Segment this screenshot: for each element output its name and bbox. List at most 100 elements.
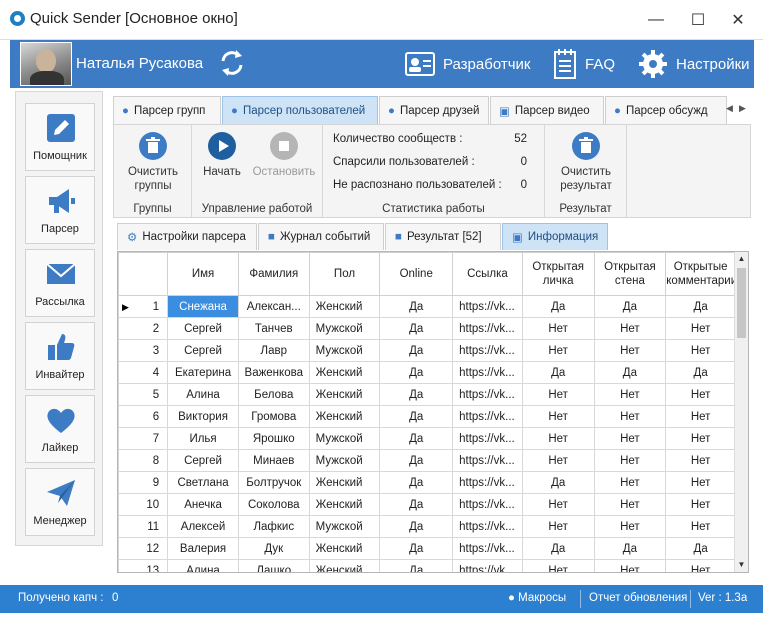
row-number[interactable]: 5 [118,383,169,406]
table-row[interactable]: 6 Виктория Громова Женский Да https://vk... Не… [118,405,736,428]
table-cell[interactable]: Да [379,339,454,362]
row-number[interactable]: 8 [118,449,169,472]
table-row[interactable]: 12 Валерия Дук Женский Да https://vk... Да Да Да [118,537,736,560]
table-cell[interactable]: https://vk... [452,493,523,516]
table-cell[interactable]: Нет [521,559,595,572]
tab-discussion-parser[interactable]: ● Парсер обсужд [605,96,727,124]
table-cell[interactable]: Сергей [167,339,239,362]
table-row[interactable]: 8 Сергей Минаев Мужской Да https://vk... Нет Не… [118,449,736,472]
tab-scroll-left-icon[interactable]: ◀ [726,103,733,114]
table-cell[interactable]: Да [593,361,667,384]
table-cell[interactable]: https://vk... [452,295,523,318]
table-cell[interactable]: Женский [308,295,381,318]
maximize-button[interactable]: ☐ [678,6,718,34]
table-cell[interactable]: Лафкис [237,515,310,538]
table-cell[interactable]: https://vk... [452,361,523,384]
table-cell[interactable]: https://vk... [452,449,523,472]
table-cell[interactable]: https://vk... [452,427,523,450]
table-cell[interactable]: Нет [521,515,595,538]
row-number[interactable]: 10 [118,493,169,516]
faq-button[interactable]: FAQ [553,46,615,82]
column-header[interactable]: Online [379,252,454,296]
tab-result[interactable]: ■ Результат [52] [385,223,501,250]
minimize-button[interactable]: — [636,6,676,34]
table-cell[interactable]: Да [379,383,454,406]
table-cell[interactable]: Мужской [308,427,381,450]
table-cell[interactable]: Женский [308,493,381,516]
stop-button[interactable]: Остановить [248,131,320,179]
table-cell[interactable]: Нет [593,493,667,516]
tab-scroll-right-icon[interactable]: ▶ [739,103,746,114]
update-report-link[interactable]: Отчет обновления [589,592,687,604]
table-cell[interactable]: Лавр [237,339,310,362]
table-cell[interactable]: Лашко [237,559,310,572]
table-cell[interactable]: Женский [308,405,381,428]
table-cell[interactable]: Нет [665,317,736,340]
row-number[interactable]: 9 [118,471,169,494]
table-cell[interactable]: Нет [665,515,736,538]
table-cell[interactable]: Да [379,537,454,560]
table-row[interactable]: 4 Екатерина Важенкова Женский Да https://vk..… [118,361,736,384]
table-row[interactable]: 2 Сергей Танчев Мужской Да https://vk... Нет Не… [118,317,736,340]
table-cell[interactable]: Да [379,449,454,472]
table-cell[interactable]: Белова [237,383,310,406]
table-cell[interactable]: https://vk... [452,559,523,572]
table-cell[interactable]: https://vk... [452,471,523,494]
table-cell[interactable]: Мужской [308,339,381,362]
table-cell[interactable]: Да [521,471,595,494]
table-cell[interactable]: Громова [237,405,310,428]
table-cell[interactable]: Да [665,295,736,318]
table-cell[interactable]: Да [379,559,454,572]
table-cell[interactable]: Мужской [308,449,381,472]
table-cell[interactable]: Женский [308,471,381,494]
sidebar-item-mailing[interactable]: Рассылка [25,249,95,317]
column-header[interactable]: Фамилия [237,252,310,296]
table-cell[interactable]: Нет [665,427,736,450]
table-cell[interactable]: Нет [521,383,595,406]
table-cell[interactable]: Да [379,515,454,538]
column-header[interactable]: Ссылка [452,252,523,296]
row-number[interactable]: 2 [118,317,169,340]
table-cell[interactable]: Мужской [308,317,381,340]
scroll-down-icon[interactable]: ▼ [735,558,748,572]
table-cell[interactable]: Да [379,427,454,450]
table-row[interactable]: 5 Алина Белова Женский Да https://vk... Нет Нет… [118,383,736,406]
table-cell[interactable]: Нет [593,339,667,362]
macros-button[interactable]: ● Макросы [508,592,566,604]
table-cell[interactable]: Женский [308,383,381,406]
table-cell[interactable]: Нет [665,405,736,428]
row-number[interactable]: 7 [118,427,169,450]
table-cell[interactable]: Да [379,493,454,516]
table-cell[interactable]: Мужской [308,515,381,538]
table-row[interactable]: 11 Алексей Лафкис Мужской Да https://vk... Нет… [118,515,736,538]
table-cell[interactable]: Виктория [167,405,239,428]
table-cell[interactable]: Женский [308,537,381,560]
table-cell[interactable]: https://vk... [452,317,523,340]
column-header[interactable]: Открытая стена [593,252,667,296]
table-cell[interactable]: Да [379,295,454,318]
table-row[interactable]: 13 Алина Лашко Женский Да https://vk... Нет Нет… [118,559,736,572]
table-cell[interactable]: Танчев [237,317,310,340]
sidebar-item-manager[interactable]: Менеджер [25,468,95,536]
table-cell[interactable]: Да [521,295,595,318]
table-cell[interactable]: Нет [521,493,595,516]
table-row[interactable]: 3 Сергей Лавр Мужской Да https://vk... Нет Нет Н… [118,339,736,362]
table-cell[interactable]: Женский [308,361,381,384]
row-number[interactable]: 4 [118,361,169,384]
table-cell[interactable]: Нет [521,339,595,362]
sidebar-item-assistant[interactable]: Помощник [25,103,95,171]
table-cell[interactable]: Да [665,537,736,560]
table-cell[interactable]: Сергей [167,317,239,340]
table-cell[interactable]: Нет [593,449,667,472]
table-cell[interactable]: Нет [521,405,595,428]
tab-group-parser[interactable]: ● Парсер групп [113,96,221,124]
row-number[interactable]: 13 [118,559,169,572]
table-row[interactable]: 1 Снежана Алексан... Женский Да https://vk...… [118,295,736,318]
table-cell[interactable]: https://vk... [452,339,523,362]
table-cell[interactable]: Да [593,537,667,560]
settings-button[interactable]: Настройки [638,46,750,82]
table-cell[interactable]: Светлана [167,471,239,494]
table-cell[interactable]: Нет [521,317,595,340]
table-cell[interactable]: Нет [665,493,736,516]
column-header[interactable]: Открытая личка [521,252,595,296]
